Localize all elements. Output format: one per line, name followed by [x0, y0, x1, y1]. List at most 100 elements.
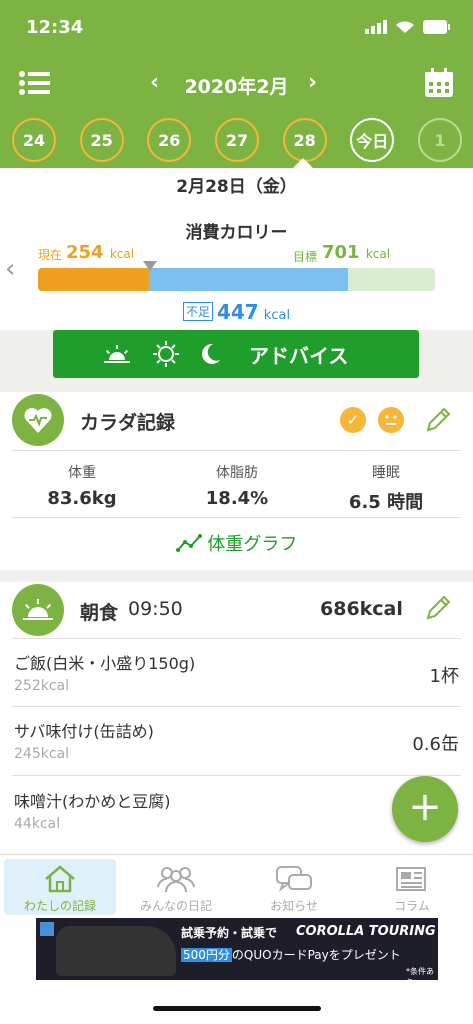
stat-body-fat: 体脂肪 18.4% [167, 462, 307, 509]
current-marker-icon [143, 261, 157, 271]
signal-icon [365, 20, 387, 34]
chat-bubbles-icon [276, 866, 312, 892]
advice-label: アドバイス [249, 343, 349, 368]
ad-line1: 試乗予約・試乗で [181, 926, 278, 940]
food-kcal: 245kcal [14, 746, 69, 762]
tab-notifications[interactable]: お知らせ [238, 859, 350, 915]
moon-icon [202, 343, 220, 364]
sun-icon [153, 341, 179, 367]
body-record-section: カラダ記録 ✓ 体重 83.6kg 体脂肪 18.4% 睡眠 6.5 時間 体重… [0, 392, 473, 570]
status-bar: 12:34 [0, 0, 473, 58]
ad-brand: COROLLA TOURING [296, 924, 436, 939]
divider [12, 450, 461, 451]
food-name: サバ味付け(缶詰め) [14, 722, 154, 741]
section-gap [0, 570, 473, 582]
ad-banner[interactable]: 試乗予約・試乗で COROLLA TOURING 500円分 のQUOカードPay… [36, 918, 438, 980]
current-label: 現在 [38, 248, 63, 262]
car-image [56, 926, 176, 976]
edit-pencil-icon[interactable] [424, 406, 452, 434]
stat-value: 6.5 時間 [348, 492, 424, 513]
month-title: 2020年2月 [184, 76, 289, 98]
ad-line2: 500円分 のQUOカードPayをプレゼント [181, 948, 401, 962]
calendar-icon[interactable] [423, 67, 455, 99]
meal-time: 09:50 [128, 598, 183, 620]
body-record-title: カラダ記録 [80, 412, 176, 434]
app-header: ‹ 2020年2月 › 24 25 26 27 28 今日 1 [0, 58, 473, 168]
selected-day-caret [293, 158, 313, 168]
food-kcal: 44kcal [14, 816, 61, 832]
sunrise-icon [12, 584, 64, 636]
tab-community-diary[interactable]: みんなの日記 [120, 859, 232, 915]
advice-section: アドバイス [0, 330, 473, 392]
food-qty: 0.6缶 [412, 734, 459, 755]
stat-key: 体重 [68, 465, 96, 481]
status-icons [365, 20, 451, 34]
divider [12, 638, 461, 639]
tab-label: わたしの記録 [23, 899, 96, 913]
tab-bar: わたしの記録 みんなの日記 お知らせ コラム [0, 854, 473, 918]
tab-my-record[interactable]: わたしの記録 [4, 859, 116, 915]
calorie-panel: 消費カロリー ‹ 現在 254 kcal 目標 701 kcal 不足 447 k… [0, 206, 473, 330]
lack-label: 不足 [182, 302, 213, 321]
stat-value: 83.6kg [47, 488, 117, 509]
chevron-left-icon[interactable]: ‹ [5, 254, 15, 284]
goal-value: 701 kcal [322, 242, 391, 263]
day-28-selected[interactable]: 28 [282, 118, 327, 162]
day-25[interactable]: 25 [79, 118, 124, 162]
day-24[interactable]: 24 [12, 118, 56, 162]
stat-sleep: 睡眠 6.5 時間 [316, 462, 456, 514]
tab-label: コラム [394, 899, 430, 913]
current-fill [38, 268, 150, 291]
food-kcal: 252kcal [14, 678, 69, 694]
day-selector: 24 25 26 27 28 今日 1 [12, 118, 462, 162]
status-time: 12:34 [26, 17, 84, 38]
goal-label: 目標 [293, 250, 318, 264]
divider [12, 706, 461, 707]
check-face-icon[interactable]: ✓ [340, 407, 366, 433]
battery-icon [423, 20, 450, 34]
line-graph-icon [175, 534, 202, 552]
wifi-icon [396, 21, 414, 33]
lack-row: 不足 447 kcal [0, 300, 473, 324]
selected-date: 2月28日（金） [0, 168, 473, 206]
neutral-face-icon[interactable] [378, 407, 404, 433]
food-item[interactable]: サバ味付け(缶詰め) 245kcal 0.6缶 [14, 718, 459, 762]
heart-pulse-icon [12, 394, 64, 446]
newspaper-icon [396, 867, 426, 891]
divider [12, 517, 461, 518]
day-26[interactable]: 26 [147, 118, 192, 162]
day-today[interactable]: 今日 [350, 118, 395, 162]
day-1[interactable]: 1 [417, 118, 462, 162]
lack-fill [149, 268, 348, 291]
meal-title: 朝食 [80, 602, 119, 624]
stat-weight: 体重 83.6kg [12, 462, 152, 509]
stat-key: 睡眠 [372, 465, 400, 481]
lack-unit: kcal [263, 308, 291, 323]
next-month-button[interactable]: › [308, 70, 317, 95]
tab-label: お知らせ [270, 899, 318, 913]
tab-column[interactable]: コラム [356, 859, 468, 915]
weight-graph-link[interactable]: 体重グラフ [0, 530, 473, 556]
sunrise-icon [104, 345, 130, 363]
stat-key: 体脂肪 [216, 465, 258, 481]
meal-kcal: 686kcal [320, 598, 403, 620]
lack-value: 447 [216, 300, 259, 324]
people-icon [157, 867, 195, 893]
day-27[interactable]: 27 [214, 118, 259, 162]
food-qty: 1杯 [429, 666, 459, 687]
adchoices-icon[interactable] [40, 922, 54, 936]
edit-pencil-icon[interactable] [424, 594, 452, 622]
calorie-progress-bar [38, 268, 435, 291]
food-name: ご飯(白米・小盛り150g) [14, 654, 196, 673]
calorie-title: 消費カロリー [185, 223, 288, 243]
home-icon [45, 865, 75, 893]
add-button[interactable]: + [392, 776, 458, 842]
home-indicator [153, 1006, 321, 1011]
current-value: 254 kcal [66, 242, 135, 263]
tab-label: みんなの日記 [139, 899, 212, 913]
weight-graph-label: 体重グラフ [207, 534, 298, 555]
advice-button[interactable]: アドバイス [53, 330, 419, 378]
divider [12, 775, 461, 776]
stat-value: 18.4% [205, 488, 269, 509]
food-item[interactable]: ご飯(白米・小盛り150g) 252kcal 1杯 [14, 650, 459, 694]
